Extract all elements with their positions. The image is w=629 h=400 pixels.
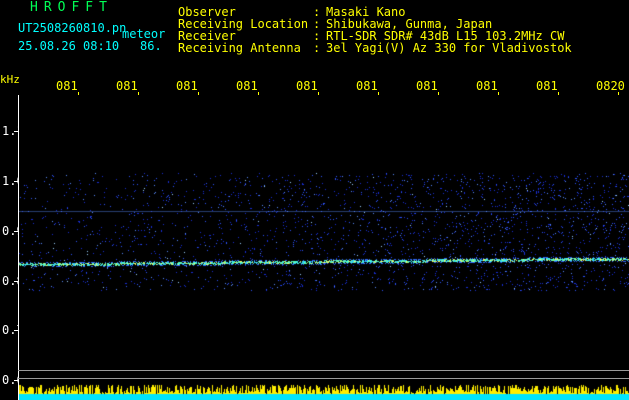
x-tick-mark <box>378 92 379 95</box>
app-logo: HROFFT <box>30 0 113 15</box>
y-tick-mark <box>14 380 18 381</box>
datetime-label: 25.08.26 08:10 <box>18 39 120 53</box>
y-tick-mark <box>14 181 18 182</box>
y-axis-unit: kHz <box>0 73 20 86</box>
x-tick-label: 081 <box>356 79 378 93</box>
y-tick-mark <box>14 281 18 282</box>
antenna-label: Receiving Antenna <box>178 41 301 55</box>
x-tick-mark <box>318 92 319 95</box>
filename-label: UT2508260810.pn <box>18 21 127 35</box>
antenna-value: 3el Yagi(V) Az 330 for Vladivostok <box>326 41 572 55</box>
antenna-colon: : <box>313 41 321 55</box>
spectrogram-canvas <box>18 95 629 400</box>
x-tick-label: 081 <box>116 79 138 93</box>
x-tick-mark <box>558 92 559 95</box>
x-tick-label: 0820 <box>596 79 625 93</box>
x-tick-mark <box>438 92 439 95</box>
x-tick-mark <box>618 92 619 95</box>
hrofft-screen: HROFFT UT2508260810.pn meteor 25.08.26 0… <box>0 0 629 400</box>
x-tick-mark <box>138 92 139 95</box>
y-tick-mark <box>14 330 18 331</box>
x-tick-mark <box>258 92 259 95</box>
count-label: 86. <box>140 39 162 53</box>
y-axis-line <box>18 95 19 400</box>
x-tick-label: 081 <box>236 79 258 93</box>
guide-line <box>18 378 629 379</box>
x-tick-label: 081 <box>56 79 78 93</box>
x-tick-label: 081 <box>296 79 318 93</box>
x-tick-mark <box>78 92 79 95</box>
guide-line <box>18 370 629 371</box>
x-tick-label: 081 <box>536 79 558 93</box>
x-tick-label: 081 <box>476 79 498 93</box>
x-tick-label: 081 <box>416 79 438 93</box>
x-tick-label: 081 <box>176 79 198 93</box>
x-tick-mark <box>498 92 499 95</box>
y-tick-mark <box>14 231 18 232</box>
x-tick-mark <box>198 92 199 95</box>
y-tick-mark <box>14 131 18 132</box>
